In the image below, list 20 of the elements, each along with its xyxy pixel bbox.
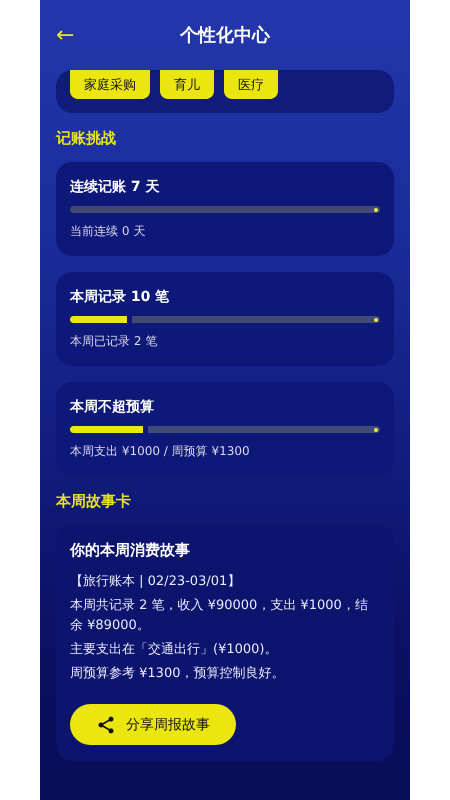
category-tag[interactable]: 医疗 [224,70,278,99]
section-heading: 本周故事卡 [56,492,132,511]
challenge-note: 当前连续 0 天 [70,223,146,240]
story-text: 周预算参考 ¥1300，预算控制良好。 [70,665,286,683]
challenge-title: 本周不超预算 [70,398,155,416]
section-heading: 记账挑战 [56,129,117,148]
story-text: 主要支出在「交通出行」(¥1000)。 [70,641,278,659]
page-title: 个性化中心 [178,24,272,47]
share-button[interactable]: 分享周报故事 [70,704,236,745]
story-title: 你的本周消费故事 [70,541,191,560]
challenge-title: 连续记账 7 天 [70,178,160,196]
challenge-note: 本周支出 ¥1000 / 周预算 ¥1300 [70,443,251,460]
share-icon [96,714,116,734]
story-text: 本周共记录 2 笔，收入 ¥90000，支出 ¥1000，结余 ¥89000。 [70,597,369,635]
back-button[interactable]: ← [56,22,74,48]
category-tag[interactable]: 家庭采购 [70,70,150,99]
story-text: 【旅行账本 | 02/23-03/01】 [70,573,242,591]
category-tag[interactable]: 育儿 [160,70,214,99]
challenge-title: 本周记录 10 笔 [70,288,170,306]
challenge-note: 本周已记录 2 笔 [70,333,158,350]
